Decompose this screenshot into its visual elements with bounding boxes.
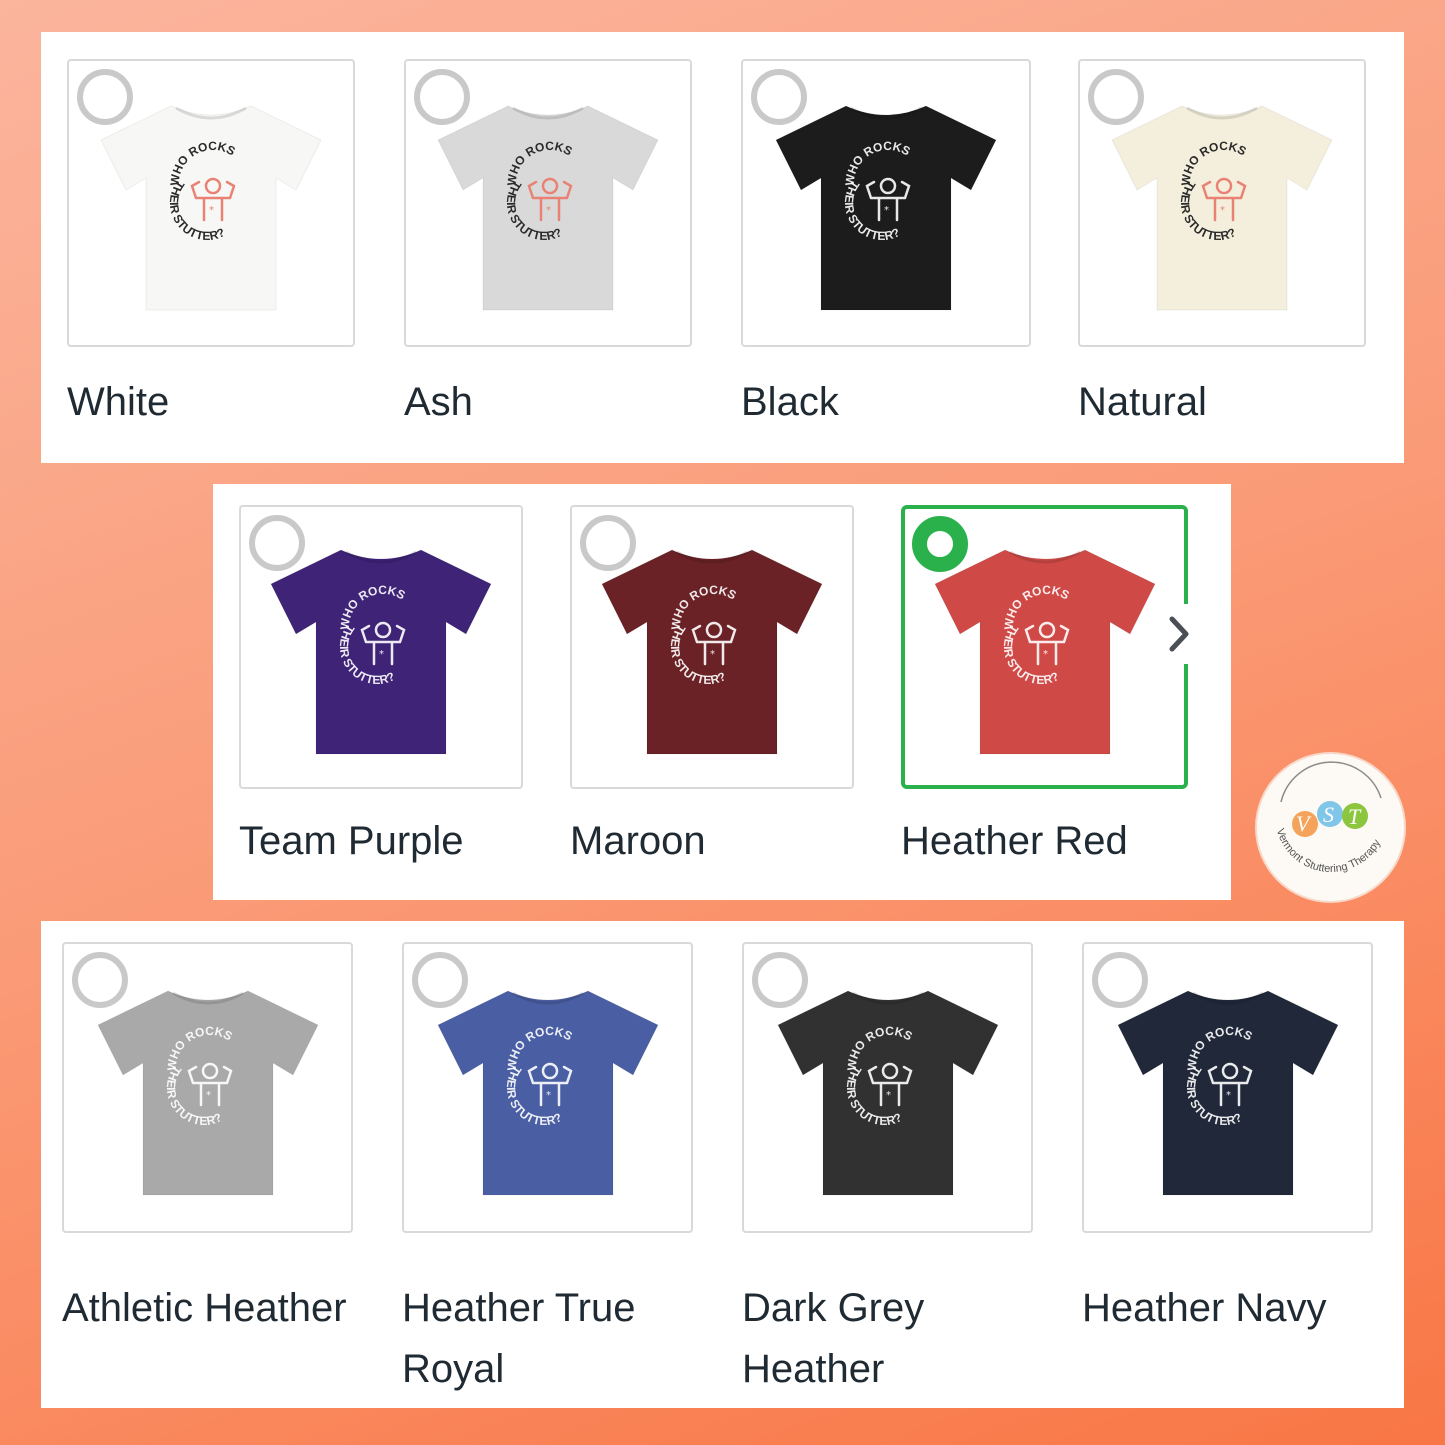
- swatch-label: Team Purple: [239, 819, 464, 863]
- tshirt-image: WHO ROCKSTHEIR STUTTER?*: [1111, 105, 1333, 311]
- swatch-label: White: [67, 380, 170, 424]
- svg-text:*: *: [206, 1090, 211, 1101]
- radio-indicator[interactable]: [414, 69, 470, 125]
- tshirt-image: WHO ROCKSTHEIR STUTTER?*: [96, 989, 319, 1195]
- radio-indicator[interactable]: [72, 952, 128, 1008]
- carousel-next-button[interactable]: [1159, 604, 1199, 664]
- tshirt-image: WHO ROCKSTHEIR STUTTER?*: [436, 989, 659, 1195]
- svg-text:*: *: [209, 205, 214, 216]
- svg-text:*: *: [710, 649, 715, 660]
- tshirt-image: WHO ROCKSTHEIR STUTTER?*: [601, 549, 823, 755]
- color-options-row-1: WHO ROCKS THEIR STUTTER? * White WHO ROCKS…: [41, 32, 1404, 463]
- svg-text:*: *: [1226, 1090, 1231, 1101]
- svg-text:*: *: [886, 1090, 891, 1101]
- swatch-label: Heather True Royal: [402, 1286, 636, 1391]
- svg-text:S: S: [1323, 802, 1334, 827]
- radio-indicator[interactable]: [912, 516, 968, 572]
- svg-text:Vermont Stuttering Therapy: Vermont Stuttering Therapy: [1274, 827, 1384, 875]
- swatch-label: Ash: [404, 380, 473, 424]
- radio-indicator[interactable]: [1088, 69, 1144, 125]
- svg-text:*: *: [884, 205, 889, 216]
- swatch-label: Athletic Heather: [62, 1286, 347, 1330]
- tshirt-image: WHO ROCKSTHEIR STUTTER?*: [1116, 989, 1339, 1195]
- swatch-label: Dark Grey Heather: [742, 1286, 925, 1391]
- tshirt-image: WHO ROCKSTHEIR STUTTER?*: [437, 105, 659, 311]
- svg-text:*: *: [546, 1090, 551, 1101]
- svg-text:T: T: [1348, 804, 1362, 829]
- tshirt-image: WHO ROCKSTHEIR STUTTER?*: [933, 549, 1156, 755]
- svg-text:*: *: [546, 205, 551, 216]
- radio-indicator[interactable]: [249, 515, 305, 571]
- radio-indicator[interactable]: [412, 952, 468, 1008]
- logo-mark: V S T Vermont Stuttering Therapy: [1274, 761, 1384, 875]
- tshirt-image: WHO ROCKSTHEIR STUTTER?*: [775, 105, 997, 311]
- color-options-row-3: WHO ROCKS THEIR STUTTER? * Athletic Heathe…: [41, 921, 1404, 1408]
- radio-indicator[interactable]: [580, 515, 636, 571]
- svg-text:*: *: [1043, 649, 1048, 660]
- svg-text:*: *: [379, 649, 384, 660]
- swatch-label: Heather Navy: [1082, 1286, 1327, 1330]
- vermont-stuttering-therapy-logo: V S T Vermont Stuttering Therapy: [1257, 754, 1404, 901]
- swatch-label: Black: [741, 380, 839, 424]
- radio-indicator[interactable]: [751, 69, 807, 125]
- chevron-right-icon: [1169, 616, 1189, 652]
- swatch-label: Heather Red: [901, 819, 1128, 863]
- swatch-label: Maroon: [570, 819, 706, 863]
- tshirt-image: WHO ROCKSTHEIR STUTTER?*: [776, 989, 999, 1195]
- radio-indicator[interactable]: [752, 952, 808, 1008]
- radio-indicator[interactable]: [1092, 952, 1148, 1008]
- svg-text:*: *: [1220, 205, 1225, 216]
- color-options-row-2: WHO ROCKS THEIR STUTTER? * Team Purple WHO…: [213, 484, 1231, 900]
- logo-caption: Vermont Stuttering Therapy: [1274, 827, 1384, 875]
- swatch-label: Natural: [1078, 380, 1207, 424]
- tshirt-image: WHO ROCKSTHEIR STUTTER?*: [270, 549, 492, 755]
- tshirt-image: WHO ROCKSTHEIR STUTTER?*: [100, 105, 322, 311]
- radio-indicator[interactable]: [77, 69, 133, 125]
